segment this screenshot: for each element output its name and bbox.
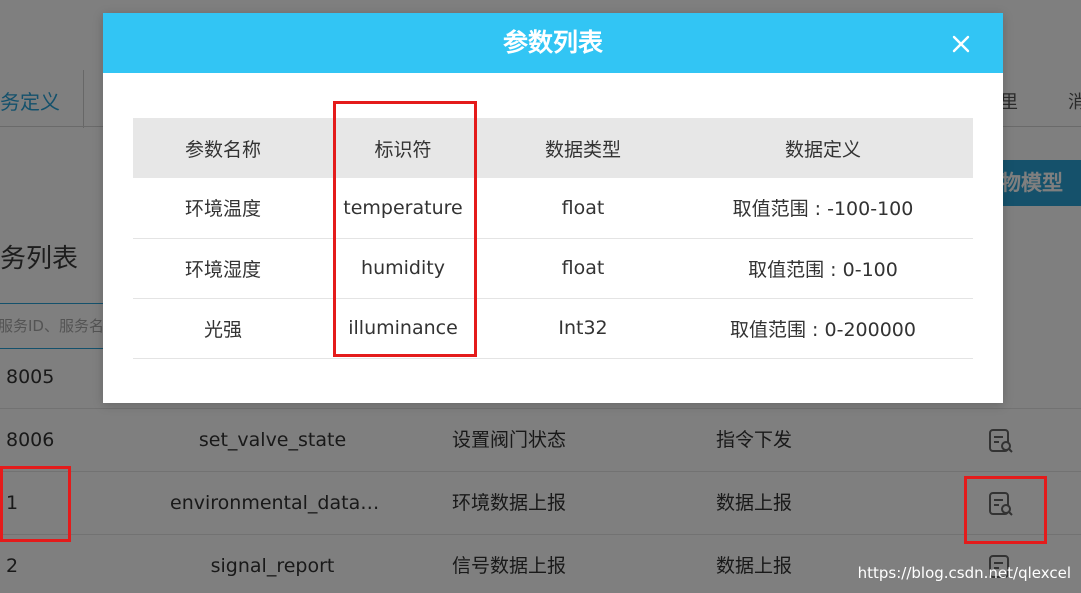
table-header-row: 参数名称 标识符 数据类型 数据定义 xyxy=(133,118,973,178)
param-data-definition: 取值范围 : 0-200000 xyxy=(673,298,973,359)
column-header-data-definition: 数据定义 xyxy=(673,118,973,178)
table-row: 光强 illuminance Int32 取值范围 : 0-200000 xyxy=(133,298,973,359)
param-data-definition: 取值范围 : -100-100 xyxy=(673,178,973,239)
table-row: 环境湿度 humidity float 取值范围 : 0-100 xyxy=(133,238,973,299)
column-header-param-name: 参数名称 xyxy=(133,118,313,178)
param-data-type: float xyxy=(493,178,673,239)
param-data-definition: 取值范围 : 0-100 xyxy=(673,238,973,299)
param-identifier: temperature xyxy=(313,178,493,239)
param-name: 环境湿度 xyxy=(133,238,313,299)
table-row: 环境温度 temperature float 取值范围 : -100-100 xyxy=(133,178,973,239)
param-name: 环境温度 xyxy=(133,178,313,239)
param-identifier: humidity xyxy=(313,238,493,299)
highlight-box-detail-icon xyxy=(964,476,1047,544)
parameter-list-dialog: 参数列表 参数名称 标识符 数据类型 数据定义 环境温度 temperature… xyxy=(103,13,1003,403)
param-data-type: float xyxy=(493,238,673,299)
close-icon[interactable] xyxy=(947,30,975,58)
column-header-data-type: 数据类型 xyxy=(493,118,673,178)
column-header-identifier: 标识符 xyxy=(313,118,493,178)
highlight-box-service-id xyxy=(0,466,71,542)
watermark-text: https://blog.csdn.net/qlexcel xyxy=(857,564,1071,582)
param-name: 光强 xyxy=(133,298,313,359)
param-identifier: illuminance xyxy=(313,298,493,359)
dialog-title: 参数列表 xyxy=(502,28,603,57)
param-data-type: Int32 xyxy=(493,298,673,359)
parameter-table: 参数名称 标识符 数据类型 数据定义 环境温度 temperature floa… xyxy=(133,118,973,359)
dialog-header: 参数列表 xyxy=(103,13,1003,73)
